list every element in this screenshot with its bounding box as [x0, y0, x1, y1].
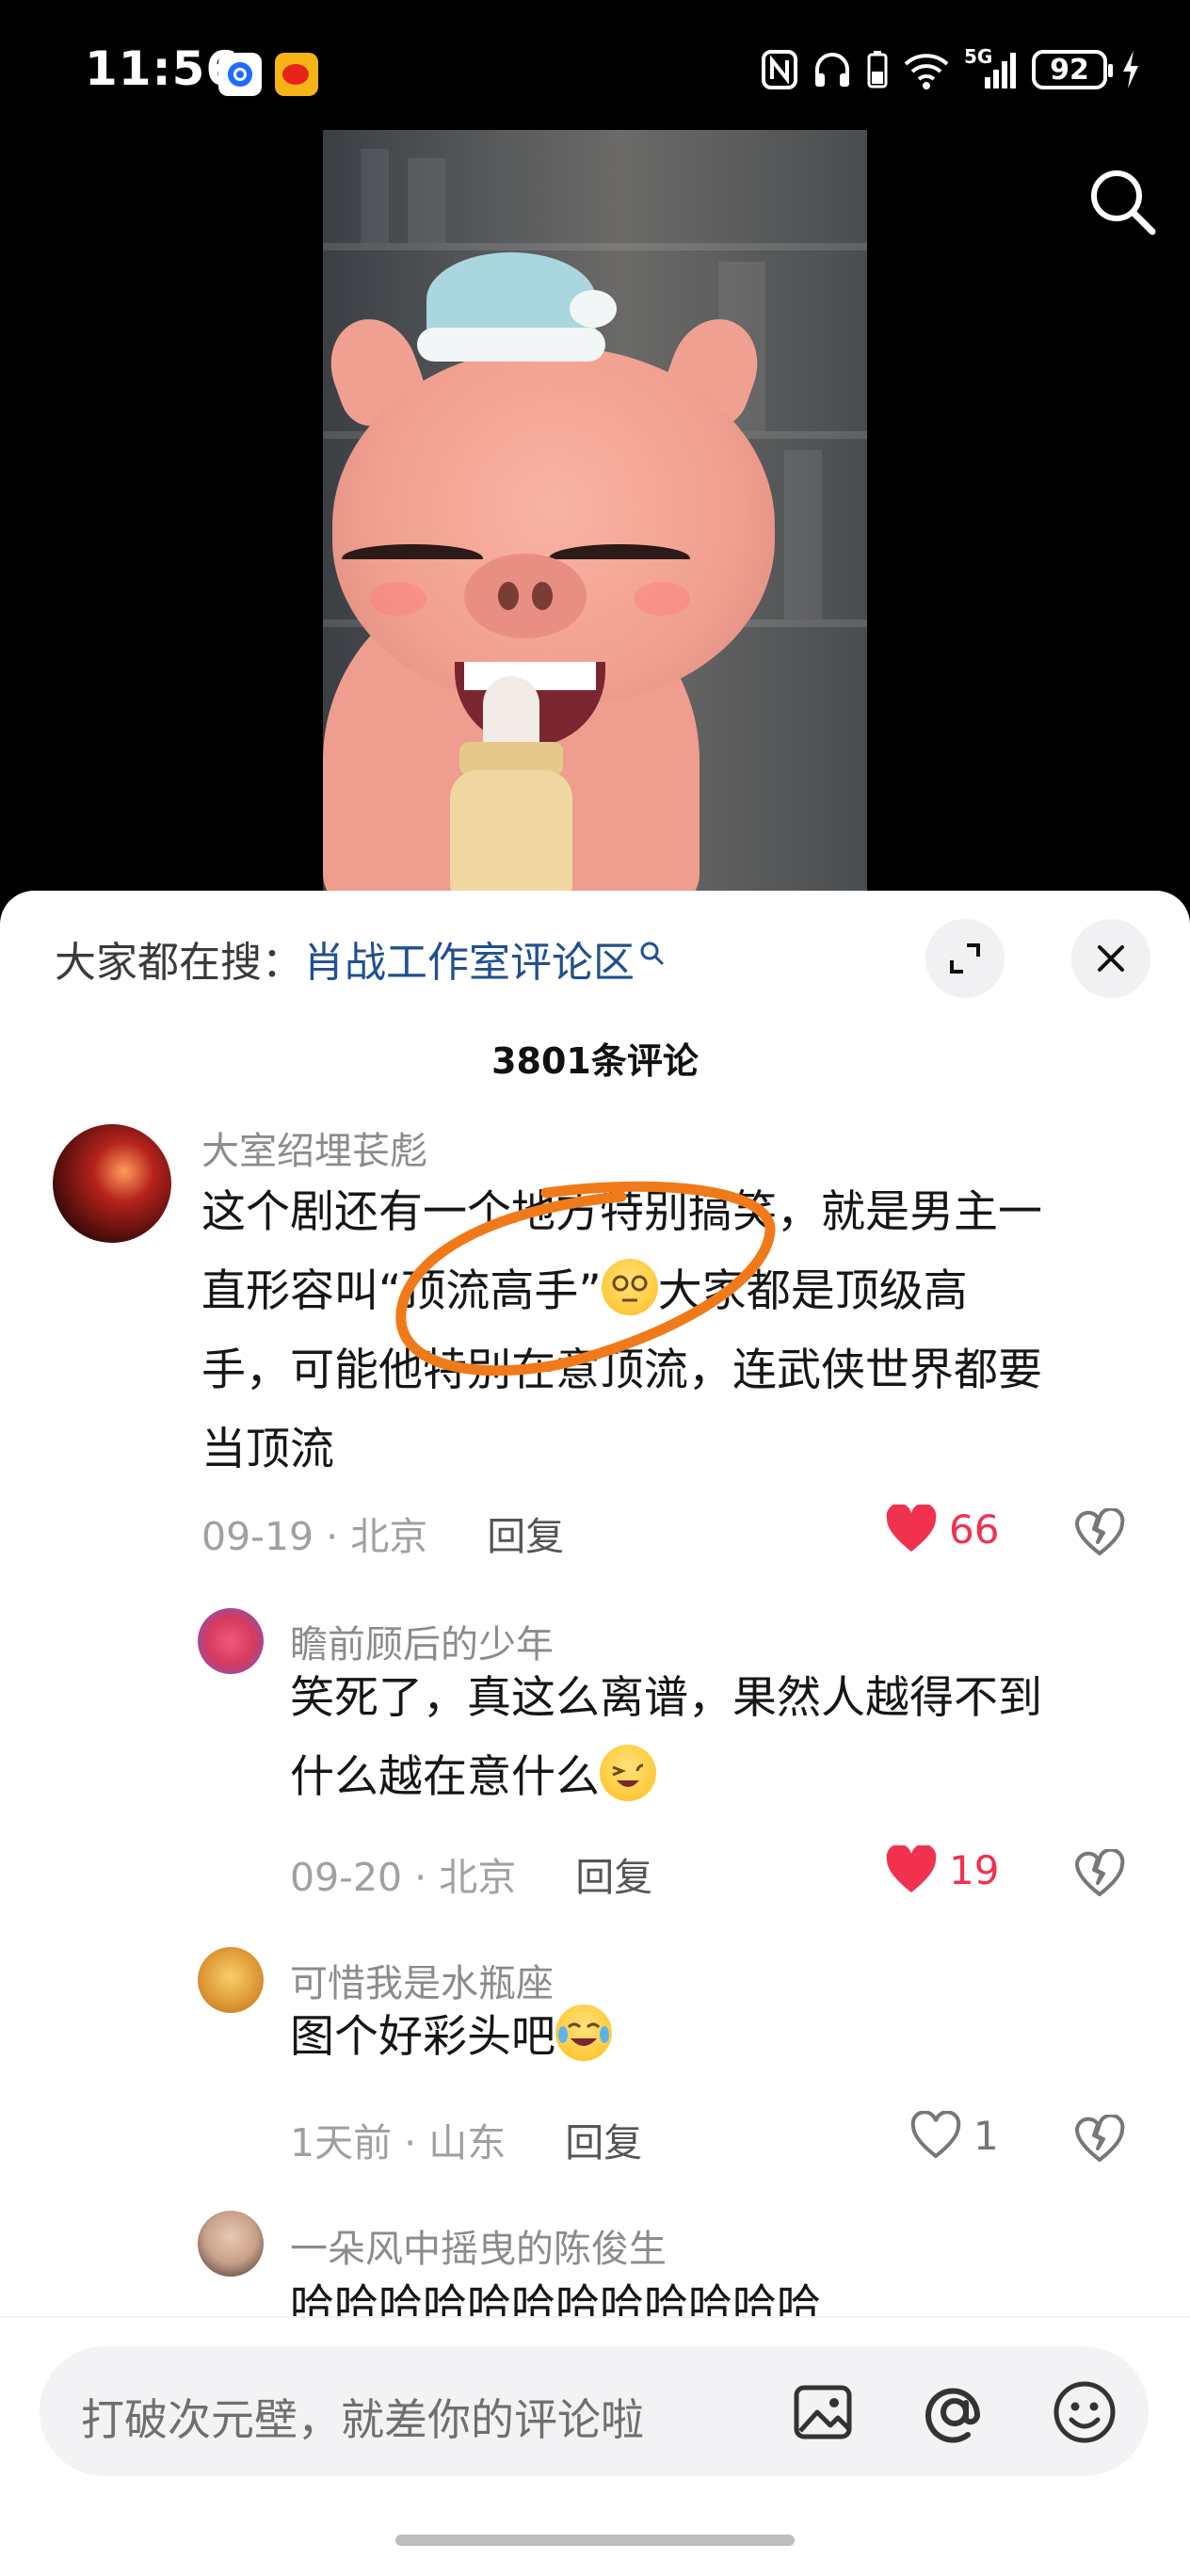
video-player[interactable]: [0, 130, 1190, 902]
comment-date: 1天前: [290, 2120, 393, 2165]
broken-heart-icon: [1075, 1847, 1125, 1896]
trending-search-prefix: 大家都在搜：: [55, 939, 303, 987]
comment-line: 笑死了，真这么离谱，果然人越得不到: [290, 1672, 1042, 1724]
pig-cheek: [370, 582, 426, 616]
avatar[interactable]: [53, 1124, 171, 1243]
headphones-icon: [812, 49, 853, 90]
heart-filled-icon: [886, 1845, 937, 1892]
emoji-icon[interactable]: [1051, 2378, 1118, 2446]
pig-hat-pom: [570, 290, 617, 328]
pig-eye: [342, 544, 483, 572]
battery-level: 92: [1050, 53, 1089, 87]
network-type: 5G: [964, 45, 993, 68]
like-count: 19: [949, 1846, 1000, 1893]
close-icon: [1098, 945, 1124, 972]
comment-input[interactable]: 打破次元壁，就差你的评论啦: [40, 2346, 1149, 2476]
status-bar: 11:56 5G 92: [0, 0, 1190, 130]
avatar[interactable]: [198, 1947, 264, 2013]
comment-line: 什么越在意什么: [290, 1738, 1156, 1817]
bottle-jar: [450, 770, 572, 902]
comment-line-part: 图个好彩头吧: [290, 2011, 555, 2063]
mention-icon[interactable]: [921, 2378, 989, 2446]
close-button[interactable]: [1071, 919, 1150, 998]
comment-text: 图个好彩头吧: [290, 1998, 1156, 2077]
annotation-circle: [395, 1181, 776, 1377]
comment-meta: 09-20 · 北京 回复: [290, 1855, 653, 1900]
search-link-icon: [638, 928, 665, 965]
comment-meta: 1天前 · 山东 回复: [290, 2120, 643, 2165]
dislike-button[interactable]: [1073, 1847, 1126, 1898]
comment-line-part: 什么越在意什么: [290, 1751, 600, 1803]
app-notification-icon: [218, 53, 262, 96]
comment-line: 当顶流: [201, 1424, 334, 1475]
like-count: 66: [949, 1505, 1000, 1553]
trending-search-link[interactable]: 肖战工作室评论区: [303, 939, 635, 987]
comment-meta: 09-19 · 北京 回复: [201, 1514, 565, 1559]
laughing-emoji-icon: [600, 1745, 656, 1801]
comment-date: 09-20: [290, 1855, 403, 1900]
status-time: 11:56: [85, 41, 240, 96]
comment-line: 图个好彩头吧: [290, 1998, 1156, 2077]
like-button[interactable]: 66: [885, 1505, 999, 1554]
comment-date: 09-19: [201, 1514, 314, 1559]
bookshelf-shelf: [323, 243, 867, 250]
comment-text: 哈哈哈哈哈哈哈哈哈哈哈哈: [290, 2267, 1156, 2316]
battery-indicator: 92: [1032, 50, 1113, 89]
like-button[interactable]: 19: [885, 1845, 999, 1894]
comments-panel: 大家都在搜：肖战工作室评论区 3801条评论 大室绍埋苌彪 这个剧还有一个地方特…: [0, 891, 1190, 2576]
pig-hat-brim: [417, 328, 605, 362]
home-indicator[interactable]: [395, 2535, 795, 2546]
bookshelf-book: [408, 158, 445, 243]
bookshelf-book: [361, 149, 389, 243]
trending-search-row: 大家都在搜：肖战工作室评论区: [55, 928, 665, 989]
wifi-icon: [902, 49, 951, 90]
heart-outline-icon: [910, 2111, 961, 2159]
nfc-icon: [761, 49, 798, 90]
expand-icon: [950, 943, 980, 974]
charging-icon: [1120, 49, 1141, 90]
pig-head: [332, 346, 775, 704]
dislike-button[interactable]: [1073, 2113, 1126, 2164]
signal-icon: 5G: [964, 45, 1019, 90]
comment-input-placeholder: 打破次元壁，就差你的评论啦: [81, 2394, 644, 2445]
avatar[interactable]: [198, 2211, 264, 2277]
like-count: 1: [973, 2112, 999, 2159]
expand-button[interactable]: [925, 919, 1005, 998]
status-icons: 5G 92: [761, 45, 1141, 90]
dislike-button[interactable]: [1073, 1506, 1126, 1557]
bottle-teat: [483, 676, 539, 751]
comment-line: 哈哈哈哈哈哈哈哈哈哈哈哈: [290, 2280, 821, 2316]
battery-saver-icon: [866, 49, 889, 90]
like-button[interactable]: 1: [909, 2111, 999, 2160]
video-frame: [323, 130, 867, 902]
image-icon[interactable]: [789, 2378, 857, 2446]
weibo-icon: [275, 53, 318, 96]
comment-location: 山东: [428, 2120, 507, 2165]
bookshelf-book: [784, 450, 822, 620]
search-icon[interactable]: [1086, 166, 1158, 237]
pig-snout: [464, 554, 587, 638]
reply-button[interactable]: 回复: [487, 1514, 564, 1559]
avatar[interactable]: [198, 1608, 264, 1674]
comment-count: 3801条评论: [491, 1040, 699, 1082]
comment-username[interactable]: 一朵风中摇曳的陈俊生: [290, 2218, 667, 2273]
baby-bottle: [450, 676, 572, 902]
comment-location: 北京: [350, 1514, 428, 1559]
crying-laughing-emoji-icon: [555, 2004, 612, 2061]
comment-location: 北京: [439, 1855, 517, 1900]
broken-heart-icon: [1075, 1506, 1125, 1555]
comment-text: 笑死了，真这么离谱，果然人越得不到 什么越在意什么: [290, 1659, 1156, 1817]
pig-cheek: [634, 582, 690, 616]
reply-button[interactable]: 回复: [575, 1855, 652, 1900]
input-divider: [0, 2316, 1190, 2318]
comment-username[interactable]: 大室绍埋苌彪: [201, 1120, 427, 1175]
reply-button[interactable]: 回复: [565, 2120, 642, 2165]
heart-filled-icon: [886, 1505, 937, 1552]
broken-heart-icon: [1075, 2113, 1125, 2162]
